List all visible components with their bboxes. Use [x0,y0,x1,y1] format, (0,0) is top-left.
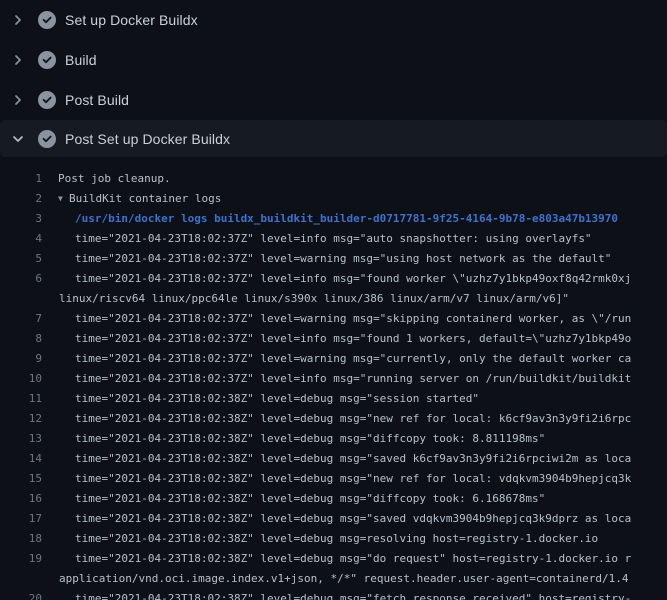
line-number[interactable]: 8 [0,329,42,349]
log-text: time="2021-04-23T18:02:38Z" level=debug … [42,529,598,549]
line-number[interactable]: 9 [0,349,42,369]
line-number[interactable]: 5 [0,249,42,269]
line-number[interactable]: 3 [0,209,42,229]
log-line: 2 ▼ BuildKit container logs [0,189,667,209]
chevron-icon[interactable] [8,131,28,147]
log-line: 1 Post job cleanup. [0,169,667,189]
log-line: 20 time="2021-04-23T18:02:38Z" level=deb… [0,589,667,600]
line-number[interactable]: 15 [0,469,42,489]
chevron-right-icon [10,12,26,28]
line-number[interactable]: 16 [0,489,42,509]
line-number[interactable] [0,289,42,309]
line-number[interactable]: 12 [0,409,42,429]
check-circle-icon [38,130,56,148]
log-text: time="2021-04-23T18:02:38Z" level=debug … [42,449,631,469]
line-number[interactable]: 4 [0,229,42,249]
log-line: 15 time="2021-04-23T18:02:38Z" level=deb… [0,469,667,489]
log-text: time="2021-04-23T18:02:38Z" level=debug … [42,429,545,449]
check-circle-icon [38,51,56,69]
log-text: time="2021-04-23T18:02:37Z" level=info m… [42,269,631,289]
log-text: linux/riscv64 linux/ppc64le linux/s390x … [42,289,569,309]
line-number[interactable]: 18 [0,529,42,549]
log-line: 7 time="2021-04-23T18:02:37Z" level=warn… [0,309,667,329]
line-number[interactable]: 10 [0,369,42,389]
log-text: time="2021-04-23T18:02:37Z" level=warnin… [42,249,611,269]
log-text: time="2021-04-23T18:02:38Z" level=debug … [42,489,545,509]
log-text: time="2021-04-23T18:02:38Z" level=debug … [42,409,631,429]
log-line: 19 time="2021-04-23T18:02:38Z" level=deb… [0,549,667,569]
log-line: 14 time="2021-04-23T18:02:38Z" level=deb… [0,449,667,469]
log-text: time="2021-04-23T18:02:37Z" level=info m… [42,329,631,349]
log-line: application/vnd.oci.image.index.v1+json,… [0,569,667,589]
log-line: 17 time="2021-04-23T18:02:38Z" level=deb… [0,509,667,529]
steps-list: Set up Docker Buildx Build Post Build Po… [0,0,667,157]
log-text: /usr/bin/docker logs buildx_buildkit_bui… [42,209,618,229]
log-line: linux/riscv64 linux/ppc64le linux/s390x … [0,289,667,309]
log-text: time="2021-04-23T18:02:38Z" level=debug … [42,589,631,600]
line-number[interactable]: 6 [0,269,42,289]
line-number[interactable]: 1 [0,169,42,189]
log-text: time="2021-04-23T18:02:38Z" level=debug … [42,469,631,489]
group-toggle-icon[interactable]: ▼ [42,189,69,209]
log-line: 8 time="2021-04-23T18:02:37Z" level=info… [0,329,667,349]
log-line: 9 time="2021-04-23T18:02:37Z" level=warn… [0,349,667,369]
line-number[interactable]: 13 [0,429,42,449]
step-row[interactable]: Set up Docker Buildx [0,0,667,40]
line-number[interactable]: 17 [0,509,42,529]
step-label: Post Build [65,92,129,108]
log-line: 16 time="2021-04-23T18:02:38Z" level=deb… [0,489,667,509]
check-circle-icon [38,91,56,109]
chevron-right-icon [10,52,26,68]
log-text: time="2021-04-23T18:02:38Z" level=debug … [42,389,479,409]
log-line: 10 time="2021-04-23T18:02:37Z" level=inf… [0,369,667,389]
log-text: time="2021-04-23T18:02:38Z" level=debug … [42,549,631,569]
log-line: 5 time="2021-04-23T18:02:37Z" level=warn… [0,249,667,269]
log-line: 18 time="2021-04-23T18:02:38Z" level=deb… [0,529,667,549]
log-line: 6 time="2021-04-23T18:02:37Z" level=info… [0,269,667,289]
log-text: time="2021-04-23T18:02:37Z" level=info m… [42,369,631,389]
log-text: BuildKit container logs [69,189,221,209]
log-line: 11 time="2021-04-23T18:02:38Z" level=deb… [0,389,667,409]
line-number[interactable]: 11 [0,389,42,409]
log-text: application/vnd.oci.image.index.v1+json,… [42,569,629,589]
step-label: Build [65,52,97,68]
chevron-down-icon [10,131,26,147]
log-container[interactable]: 1 Post job cleanup. 2 ▼ BuildKit contain… [0,169,667,600]
chevron-icon[interactable] [8,92,28,108]
step-label: Set up Docker Buildx [65,12,198,28]
chevron-right-icon [10,92,26,108]
step-row[interactable]: Post Set up Docker Buildx [0,120,667,157]
line-number[interactable]: 20 [0,589,42,600]
log-line: 12 time="2021-04-23T18:02:38Z" level=deb… [0,409,667,429]
line-number[interactable]: 2 [0,189,42,209]
chevron-icon[interactable] [8,12,28,28]
step-label: Post Set up Docker Buildx [65,131,230,147]
log-text: time="2021-04-23T18:02:37Z" level=warnin… [42,349,631,369]
log-text: time="2021-04-23T18:02:37Z" level=warnin… [42,309,631,329]
actions-log-page: Set up Docker Buildx Build Post Build Po… [0,0,667,600]
line-number[interactable]: 7 [0,309,42,329]
check-circle-icon [38,11,56,29]
log-text: Post job cleanup. [42,169,171,189]
step-row[interactable]: Build [0,40,667,80]
log-line: 4 time="2021-04-23T18:02:37Z" level=info… [0,229,667,249]
line-number[interactable]: 19 [0,549,42,569]
line-number[interactable]: 14 [0,449,42,469]
step-row[interactable]: Post Build [0,80,667,120]
log-line: 13 time="2021-04-23T18:02:38Z" level=deb… [0,429,667,449]
line-number[interactable] [0,569,42,589]
log-line: 3 /usr/bin/docker logs buildx_buildkit_b… [0,209,667,229]
log-text: time="2021-04-23T18:02:37Z" level=info m… [42,229,592,249]
log-text: time="2021-04-23T18:02:38Z" level=debug … [42,509,631,529]
chevron-icon[interactable] [8,52,28,68]
